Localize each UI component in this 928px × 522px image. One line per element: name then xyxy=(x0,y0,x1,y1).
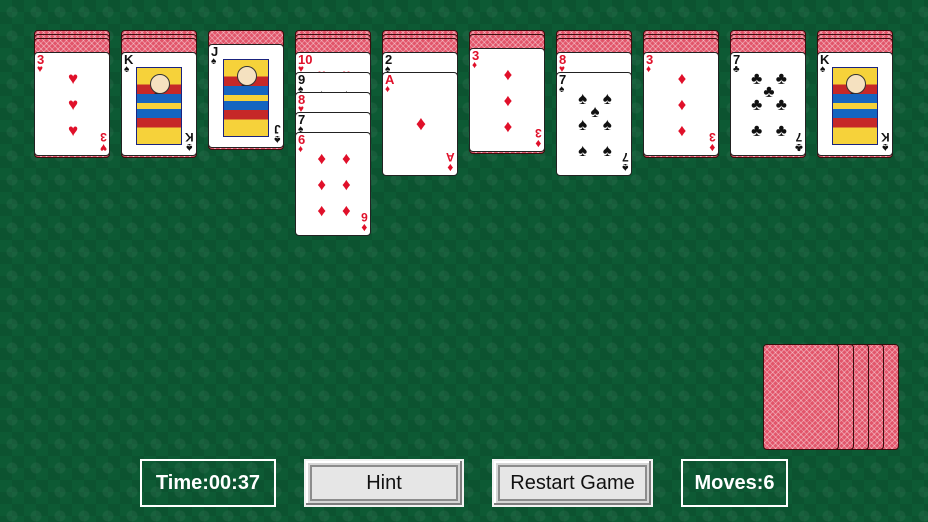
hearts-icon: ♥ xyxy=(67,69,79,89)
clubs-icon: ♣ xyxy=(733,64,740,75)
playing-card[interactable]: 3 ♥ ♥ 3 ♥ ♥ ♥ xyxy=(34,52,110,156)
card-rank: 3 xyxy=(100,130,107,144)
hint-button[interactable]: Hint xyxy=(304,459,464,507)
card-corner-bottom: ♦ 3 xyxy=(535,126,542,151)
playing-card[interactable]: 3 ♦ ♦ 3 ♦ ♦ ♦ xyxy=(469,48,545,152)
court-card-figure: ♠ xyxy=(832,67,878,145)
card-rank: K xyxy=(185,130,194,144)
card-corner-bottom: ♥ 3 xyxy=(100,130,107,155)
diamonds-icon: ♦ xyxy=(341,175,351,194)
card-corner-bottom: ♦ A xyxy=(446,150,455,175)
diamonds-icon: ♦ xyxy=(317,200,327,220)
card-back xyxy=(763,344,839,450)
clubs-icon: ♣ xyxy=(775,95,787,114)
clubs-icon: ♣ xyxy=(775,120,787,140)
card-rank: J xyxy=(274,122,281,136)
clubs-icon: ♣ xyxy=(751,120,763,140)
playing-card[interactable]: 3 ♦ ♦ 3 ♦ ♦ ♦ xyxy=(643,52,719,156)
diamonds-icon: ♦ xyxy=(503,91,513,110)
diamonds-icon: ♦ xyxy=(341,149,351,169)
hearts-icon: ♥ xyxy=(37,64,43,75)
playing-card[interactable]: K ♠ ♠ K ♠ xyxy=(121,52,197,156)
game-board: 3♥♥3♥♥♥K♠♠K♠J♠♠J♠10♥♥10♥♥♥♥♥♥♥♥♥♥9♠♠9♠♠♠… xyxy=(0,0,928,522)
playing-card[interactable]: A ♦ ♦ A ♦ xyxy=(382,72,458,176)
restart-game-button-label: Restart Game xyxy=(498,465,647,501)
card-corner-bottom: ♠ K xyxy=(185,130,194,155)
timer-value: 00:37 xyxy=(208,471,261,494)
diamonds-icon: ♦ xyxy=(341,200,351,220)
diamonds-icon: ♦ xyxy=(472,60,478,71)
diamonds-icon: ♦ xyxy=(298,144,304,155)
moves-label: Moves: xyxy=(694,471,764,494)
spades-icon: ♠ xyxy=(559,84,565,95)
spades-icon: ♠ xyxy=(602,140,612,160)
spades-icon: ♠ xyxy=(211,56,217,67)
card-rank: A xyxy=(446,150,455,164)
card-corner-bottom: ♠ K xyxy=(881,130,890,155)
card-corner-bottom: ♦ 3 xyxy=(709,130,716,155)
playing-card[interactable]: K ♠ ♠ K ♠ xyxy=(817,52,893,156)
diamonds-icon: ♦ xyxy=(415,113,427,135)
playing-card[interactable]: 7 ♣ ♣ 7 ♣ ♣ ♣ ♣ ♣ ♣ ♣ xyxy=(730,52,806,156)
clubs-icon: ♣ xyxy=(751,95,763,114)
diamonds-icon: ♦ xyxy=(317,175,327,194)
card-corner-bottom: ♠7 xyxy=(622,150,629,175)
card-rank: 3 xyxy=(709,130,716,144)
card-rank: 7 xyxy=(795,130,803,144)
moves-display: Moves: 6 xyxy=(681,459,788,507)
moves-value: 6 xyxy=(763,471,775,494)
hearts-icon: ♥ xyxy=(67,95,79,114)
hearts-icon: ♥ xyxy=(67,120,79,140)
court-card-figure: ♠ xyxy=(136,67,182,145)
stock-pile[interactable] xyxy=(763,343,903,451)
spades-icon: ♠ xyxy=(153,81,161,97)
playing-card[interactable]: J ♠ ♠ J ♠ xyxy=(208,44,284,148)
diamonds-icon: ♦ xyxy=(646,64,652,75)
spades-icon: ♠ xyxy=(578,115,588,134)
diamonds-icon: ♦ xyxy=(503,116,513,136)
timer-display: Time: 00:37 xyxy=(140,459,276,507)
court-card-figure: ♠ xyxy=(223,59,269,137)
card-rank: K xyxy=(881,130,890,144)
spades-icon: ♠ xyxy=(240,73,248,89)
timer-label: Time: xyxy=(155,471,209,494)
diamonds-icon: ♦ xyxy=(503,65,513,85)
spades-icon: ♠ xyxy=(578,140,588,160)
card-rank: 6 xyxy=(361,210,368,224)
spades-icon: ♠ xyxy=(124,64,130,75)
diamonds-icon: ♦ xyxy=(677,69,687,89)
restart-game-button[interactable]: Restart Game xyxy=(492,459,653,507)
spades-icon: ♠ xyxy=(602,115,612,134)
card-corner-bottom: ♠ J xyxy=(274,122,281,147)
spades-icon: ♠ xyxy=(820,64,826,75)
diamonds-icon: ♦ xyxy=(677,120,687,140)
diamonds-icon: ♦ xyxy=(385,84,391,95)
card-corner-bottom: ♣ 7 xyxy=(795,130,803,155)
card-rank: 3 xyxy=(535,126,542,140)
diamonds-icon: ♦ xyxy=(677,95,687,114)
playing-card[interactable]: 6 ♦ ♦ 6 ♦ ♦ ♦ ♦ ♦ ♦ xyxy=(295,132,371,236)
spades-icon: ♠ xyxy=(849,81,857,97)
playing-card[interactable]: 7♠♠7♠♠♠♠♠♠♠ xyxy=(556,72,632,176)
hint-button-label: Hint xyxy=(310,465,458,501)
diamonds-icon: ♦ xyxy=(317,149,327,169)
card-corner-bottom: ♦ 6 xyxy=(361,210,368,235)
card-rank: 7 xyxy=(622,150,629,164)
